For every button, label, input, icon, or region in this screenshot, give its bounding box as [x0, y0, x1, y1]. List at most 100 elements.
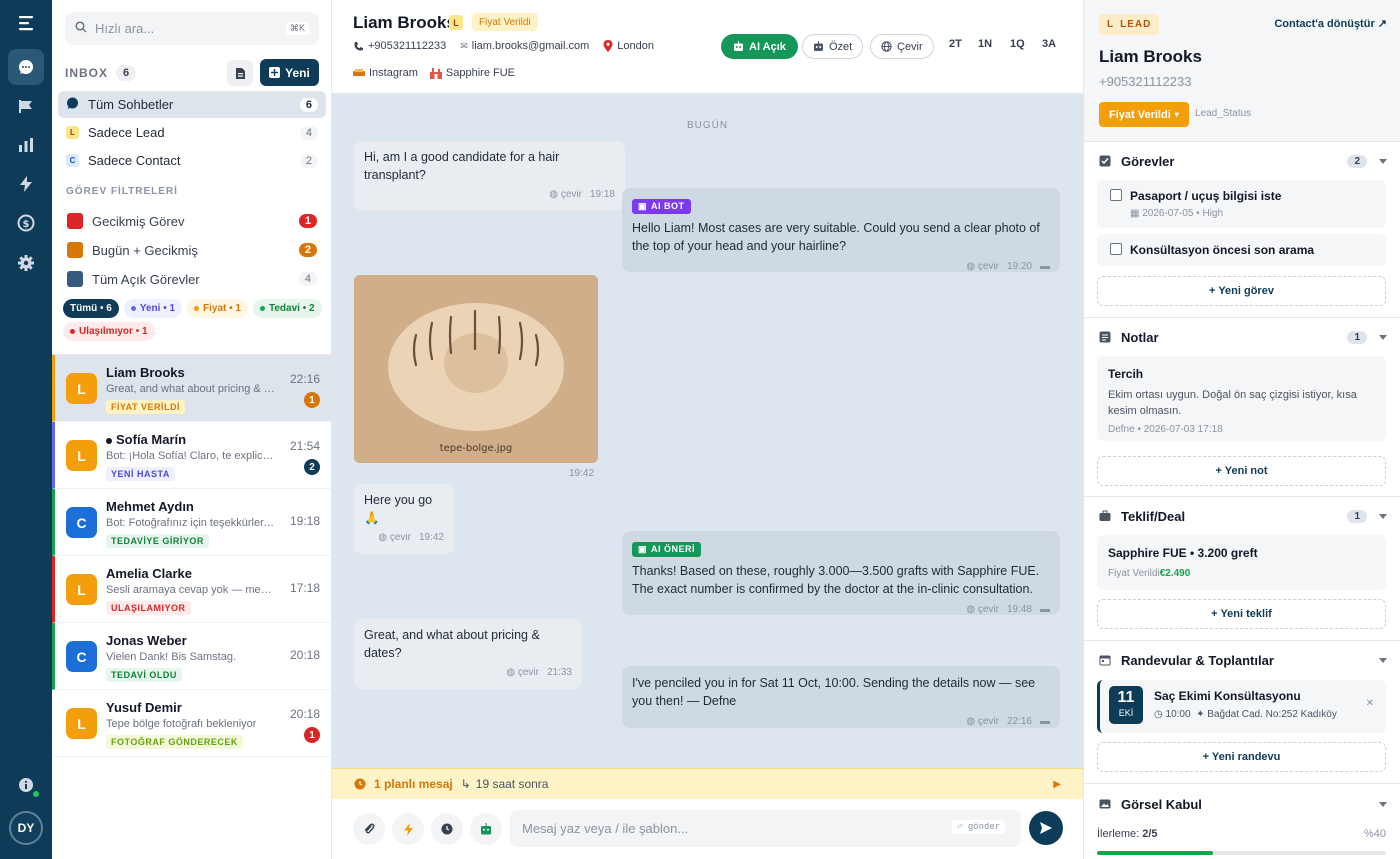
- add-appointment-button[interactable]: + Yeni randevu: [1097, 742, 1386, 772]
- appointment-date: 11 EKİ: [1109, 686, 1143, 724]
- phone-icon: [354, 41, 363, 50]
- collapse-chevron-icon[interactable]: [1379, 513, 1387, 519]
- range-2t[interactable]: 2T: [949, 38, 962, 50]
- task-filter-overdue[interactable]: Gecikmiş Görev 1: [58, 208, 326, 234]
- close-icon[interactable]: ✕: [1366, 698, 1374, 709]
- message-outgoing: ▣ AI BOT Hello Liam! Most cases are very…: [622, 188, 1060, 272]
- quick-reply-button[interactable]: [392, 813, 424, 845]
- menu-icon[interactable]: [8, 5, 44, 41]
- chat-icon[interactable]: [8, 49, 44, 85]
- task-filter-all-open[interactable]: Tüm Açık Görevler 4: [58, 266, 326, 292]
- chart-icon[interactable]: [8, 127, 44, 163]
- status-badge[interactable]: Fiyat Verildi: [472, 13, 538, 31]
- range-3a[interactable]: 3A: [1042, 38, 1056, 50]
- appointments-header[interactable]: Randevular & Toplantılar: [1099, 650, 1387, 670]
- notes-header[interactable]: Notlar 1: [1099, 327, 1387, 347]
- search-box[interactable]: ⌘K: [65, 12, 319, 45]
- chip-unreachable[interactable]: Ulaşılmıyor • 1: [63, 322, 155, 341]
- task-card[interactable]: Konsültasyon öncesi son arama: [1097, 234, 1386, 266]
- settings-icon[interactable]: [8, 245, 44, 281]
- search-input[interactable]: [95, 21, 275, 36]
- note-card[interactable]: Tercih Ekim ortası uygun. Doğal ön saç ç…: [1097, 356, 1386, 441]
- lead-status-dropdown[interactable]: Fiyat Verildi ▾: [1099, 102, 1189, 127]
- unread-dot: [106, 437, 112, 444]
- collapse-chevron-icon[interactable]: [1379, 158, 1387, 164]
- filter-contacts-only[interactable]: C Sadece Contact 2: [58, 147, 326, 174]
- collapse-chevron-icon[interactable]: [1379, 657, 1387, 663]
- translate-link[interactable]: ◍ çevir: [966, 713, 999, 731]
- chip-dot: [194, 306, 200, 311]
- range-1n[interactable]: 1N: [978, 38, 992, 50]
- translate-link[interactable]: ◍ çevir: [378, 529, 411, 547]
- automation-icon[interactable]: [8, 166, 44, 202]
- filter-all-conversations[interactable]: Tüm Sohbetler 6: [58, 91, 326, 118]
- task-checkbox[interactable]: [1110, 189, 1122, 201]
- appointment-card[interactable]: 11 EKİ Saç Ekimi Konsültasyonu ◷ 10:00 ✦…: [1097, 680, 1386, 733]
- add-deal-button[interactable]: + Yeni teklif: [1097, 599, 1386, 629]
- translate-link[interactable]: ◍ çevir: [549, 186, 582, 204]
- translate-link[interactable]: ◍ çevir: [506, 664, 539, 682]
- task-filters-title: GÖREV FİLTRELERİ: [66, 186, 178, 197]
- status-field-name: Lead_Status: [1195, 108, 1252, 119]
- message-footer: ◍ çevir 19:18: [364, 186, 615, 204]
- conversation-item[interactable]: L Sofía Marín Bot: ¡Hola Sofía! Claro, t…: [52, 422, 332, 489]
- deals-header[interactable]: Teklif/Deal 1: [1099, 506, 1387, 526]
- image-attachment[interactable]: tepe-bolge.jpg: [354, 275, 598, 463]
- tasks-header[interactable]: Görevler 2: [1099, 151, 1387, 171]
- info-icon[interactable]: [8, 767, 44, 803]
- svg-text:$: $: [23, 219, 30, 230]
- send-button[interactable]: [1029, 811, 1063, 845]
- conversation-avatar: C: [66, 641, 97, 672]
- schedule-button[interactable]: [431, 813, 463, 845]
- chip-treatment[interactable]: Tedavi • 2: [253, 299, 322, 318]
- conversation-name: Jonas Weber: [106, 633, 187, 648]
- conversation-item[interactable]: C Jonas Weber Vielen Dank! Bis Samstag. …: [52, 623, 332, 690]
- phone-info[interactable]: +905321112233: [353, 40, 446, 52]
- translate-button-label: Çevir: [897, 40, 923, 53]
- range-1q[interactable]: 1Q: [1010, 38, 1025, 50]
- collapse-chevron-icon[interactable]: [1379, 334, 1387, 340]
- online-status-dot: [33, 791, 39, 797]
- conversation-item[interactable]: L Amelia Clarke Sesli aramaya cevap yok …: [52, 556, 332, 623]
- conversation-item[interactable]: L Liam Brooks Great, and what about pric…: [52, 355, 332, 422]
- expand-arrow-icon[interactable]: ▶: [1053, 779, 1061, 790]
- ai-toggle-button[interactable]: AI Açık: [721, 34, 798, 59]
- message-input[interactable]: [510, 810, 1021, 847]
- export-button[interactable]: [227, 60, 253, 86]
- collapse-chevron-icon[interactable]: [1379, 801, 1387, 807]
- filter-leads-only[interactable]: L Sadece Lead 4: [58, 119, 326, 146]
- task-checkbox[interactable]: [1110, 243, 1122, 255]
- photo-intake-header[interactable]: Görsel Kabul: [1099, 794, 1387, 814]
- add-note-button[interactable]: + Yeni not: [1097, 456, 1386, 486]
- ai-assist-button[interactable]: [470, 813, 502, 845]
- filter-label: Tüm Sohbetler: [88, 97, 174, 112]
- add-task-button[interactable]: + Yeni görev: [1097, 276, 1386, 306]
- deal-card[interactable]: Sapphire FUE • 3.200 greft Fiyat Verildi…: [1097, 535, 1386, 590]
- checkbox-icon: [1099, 155, 1111, 167]
- translate-label: çevir: [977, 716, 999, 727]
- scheduled-message-bar[interactable]: 1 planlı mesaj ↳ 19 saat sonra ▶: [332, 768, 1083, 799]
- billing-icon[interactable]: $: [8, 205, 44, 241]
- user-avatar[interactable]: DY: [9, 811, 43, 845]
- task-filter-today-overdue[interactable]: Bugün + Gecikmiş 2: [58, 237, 326, 263]
- convert-to-contact-link[interactable]: Contact'a dönüştür ↗: [1274, 17, 1387, 30]
- chip-price[interactable]: Fiyat • 1: [187, 299, 248, 318]
- summary-button[interactable]: Özet: [802, 34, 864, 59]
- translate-link[interactable]: ◍ çevir: [966, 258, 999, 276]
- email-info[interactable]: ✉ liam.brooks@gmail.com: [460, 40, 589, 52]
- task-card[interactable]: Pasaport / uçuş bilgisi iste ▦ 2026-07-0…: [1097, 180, 1386, 228]
- conversation-item[interactable]: C Mehmet Aydın Bot: Fotoğrafınız için te…: [52, 489, 332, 556]
- attach-button[interactable]: [353, 813, 385, 845]
- translate-link[interactable]: ◍ çevir: [966, 601, 999, 619]
- chip-all[interactable]: Tümü • 6: [63, 299, 119, 318]
- translate-button[interactable]: Çevir: [870, 34, 934, 59]
- today-swatch: [67, 242, 83, 258]
- message-outgoing: I've penciled you in for Sat 11 Oct, 10:…: [622, 666, 1060, 728]
- new-conversation-button[interactable]: Yeni: [260, 59, 319, 86]
- conversation-item[interactable]: L Yusuf Demir Tepe bölge fotoğrafı bekle…: [52, 690, 332, 757]
- chip-new[interactable]: Yeni • 1: [123, 299, 183, 318]
- campaign-icon[interactable]: [8, 88, 44, 124]
- globe-icon: [881, 41, 892, 52]
- deals-count: 1: [1347, 509, 1367, 523]
- message-time: 22:16: [1006, 716, 1032, 727]
